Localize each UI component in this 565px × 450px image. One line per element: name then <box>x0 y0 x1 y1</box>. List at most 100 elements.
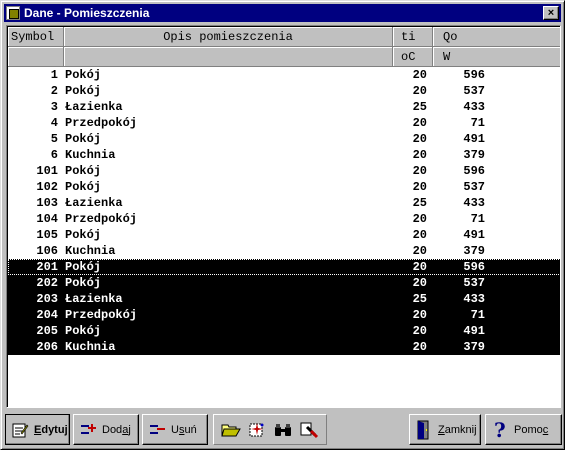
cell-ti: 20 <box>412 276 427 290</box>
table-row[interactable]: 1 Pokój 20 596 <box>8 67 560 83</box>
header-qo[interactable]: Qo <box>433 27 560 47</box>
tool-icon-group <box>213 414 327 445</box>
add-button[interactable]: Dodaj <box>73 414 139 445</box>
cell-ti: 20 <box>412 116 427 130</box>
table-row[interactable]: 101 Pokój 20 596 <box>8 163 560 179</box>
cell-opis: Łazienka <box>65 100 123 114</box>
cell-symbol: 205 <box>36 324 58 338</box>
rooms-table[interactable]: Symbol Opis pomieszczenia ti Qo oC W 1 Po… <box>6 25 561 408</box>
title-bar[interactable]: Dane - Pomieszczenia × <box>4 4 561 22</box>
cell-qo: 71 <box>470 212 485 226</box>
cell-ti: 20 <box>412 68 427 82</box>
table-row[interactable]: 6 Kuchnia 20 379 <box>8 147 560 163</box>
close-window-label: Zamknij <box>438 423 477 436</box>
cell-opis: Pokój <box>65 276 102 290</box>
window-title: Dane - Pomieszczenia <box>24 6 150 20</box>
find-button[interactable] <box>272 419 294 441</box>
cell-opis: Pokój <box>65 260 102 274</box>
cell-opis: Pokój <box>65 324 102 338</box>
cell-opis: Kuchnia <box>65 340 116 354</box>
help-button[interactable]: ? Pomoc <box>485 414 562 445</box>
header-ti[interactable]: ti <box>393 27 433 47</box>
cell-symbol: 206 <box>36 340 58 354</box>
svg-text:?: ? <box>494 420 506 440</box>
cell-ti: 20 <box>412 180 427 194</box>
table-row[interactable]: 206 Kuchnia 20 379 <box>8 339 560 355</box>
cell-ti: 20 <box>412 148 427 162</box>
cell-qo: 379 <box>463 148 485 162</box>
header-symbol[interactable]: Symbol <box>8 27 64 47</box>
cell-symbol: 203 <box>36 292 58 306</box>
cell-ti: 20 <box>412 340 427 354</box>
cell-qo: 537 <box>463 276 485 290</box>
cell-qo: 596 <box>463 164 485 178</box>
edit-icon <box>10 420 30 440</box>
cell-opis: Pokój <box>65 132 102 146</box>
cell-symbol: 104 <box>36 212 58 226</box>
cell-opis: Przedpokój <box>65 116 138 130</box>
cell-opis: Przedpokój <box>65 308 138 322</box>
cell-opis: Łazienka <box>65 196 123 210</box>
toolbar: Edytuj Dodaj Usuń Zamknij ? Pomoc <box>5 414 562 445</box>
cell-symbol: 204 <box>36 308 58 322</box>
table-row[interactable]: 203 Łazienka 25 433 <box>8 291 560 307</box>
close-button[interactable]: × <box>543 6 559 20</box>
cell-opis: Kuchnia <box>65 244 116 258</box>
cell-symbol: 1 <box>50 68 58 82</box>
table-row[interactable]: 104 Przedpokój 20 71 <box>8 211 560 227</box>
sparkle-icon <box>249 422 264 436</box>
cell-qo: 379 <box>463 340 485 354</box>
cell-ti: 20 <box>412 324 427 338</box>
remove-row-icon <box>147 420 167 440</box>
cell-qo: 491 <box>463 228 485 242</box>
close-window-button[interactable]: Zamknij <box>409 414 481 445</box>
cell-qo: 491 <box>463 132 485 146</box>
wrench-icon <box>300 422 319 438</box>
table-row[interactable]: 103 Łazienka 25 433 <box>8 195 560 211</box>
cell-ti: 20 <box>412 228 427 242</box>
help-label: Pomoc <box>514 423 549 436</box>
table-row[interactable]: 204 Przedpokój 20 71 <box>8 307 560 323</box>
cell-ti: 25 <box>412 196 427 210</box>
table-row[interactable]: 2 Pokój 20 537 <box>8 83 560 99</box>
table-row[interactable]: 106 Kuchnia 20 379 <box>8 243 560 259</box>
open-folder-icon <box>221 424 241 436</box>
cell-symbol: 6 <box>50 148 58 162</box>
cell-opis: Pokój <box>65 84 102 98</box>
header-opis-unit <box>64 47 393 67</box>
close-icon: × <box>547 6 555 19</box>
table-body: 1 Pokój 20 596 2 Pokój 20 537 3 Łazienka 25 433 4 Prz… <box>8 67 560 355</box>
cell-symbol: 201 <box>36 260 58 274</box>
cell-symbol: 3 <box>50 100 58 114</box>
cell-qo: 379 <box>463 244 485 258</box>
filter-button[interactable] <box>246 419 268 441</box>
table-row[interactable]: 4 Przedpokój 20 71 <box>8 115 560 131</box>
edit-button[interactable]: Edytuj <box>5 414 70 445</box>
tool-button[interactable] <box>298 419 320 441</box>
cell-opis: Łazienka <box>65 292 123 306</box>
cell-qo: 596 <box>463 260 485 274</box>
table-row[interactable]: 205 Pokój 20 491 <box>8 323 560 339</box>
cell-qo: 596 <box>463 68 485 82</box>
header-symbol-unit <box>8 47 64 67</box>
cell-opis: Pokój <box>65 164 102 178</box>
header-opis[interactable]: Opis pomieszczenia <box>64 27 393 47</box>
app-icon <box>6 6 20 20</box>
cell-opis: Pokój <box>65 180 102 194</box>
delete-button[interactable]: Usuń <box>142 414 208 445</box>
table-row[interactable]: 5 Pokój 20 491 <box>8 131 560 147</box>
open-folder-button[interactable] <box>220 419 242 441</box>
table-row[interactable]: 102 Pokój 20 537 <box>8 179 560 195</box>
cell-symbol: 105 <box>36 228 58 242</box>
cell-opis: Pokój <box>65 68 102 82</box>
table-row[interactable]: 201 Pokój 20 596 <box>8 259 560 275</box>
cell-symbol: 202 <box>36 276 58 290</box>
table-row[interactable]: 202 Pokój 20 537 <box>8 275 560 291</box>
table-row[interactable]: 105 Pokój 20 491 <box>8 227 560 243</box>
exit-door-icon <box>414 420 434 440</box>
table-row[interactable]: 3 Łazienka 25 433 <box>8 99 560 115</box>
binoculars-icon <box>275 423 291 436</box>
cell-ti: 20 <box>412 164 427 178</box>
cell-qo: 433 <box>463 196 485 210</box>
cell-ti: 20 <box>412 260 427 274</box>
